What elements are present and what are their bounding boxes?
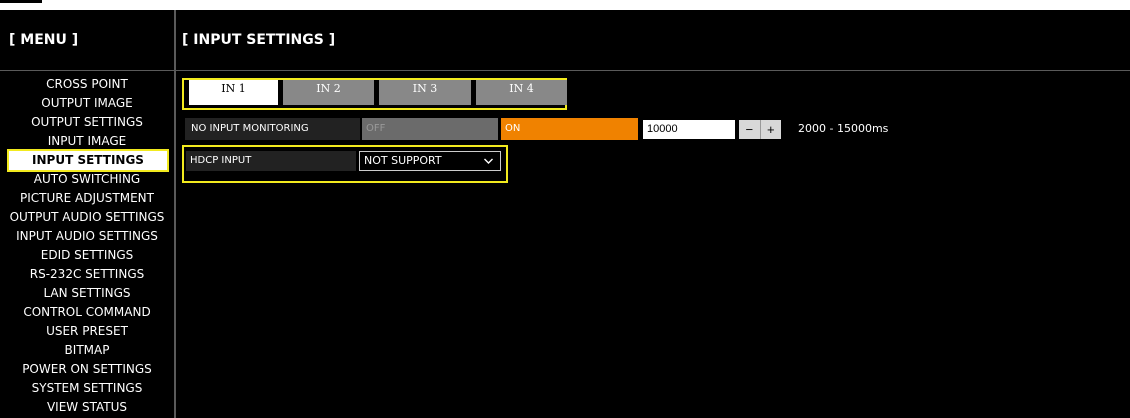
hdcp-input-label: HDCP INPUT <box>186 151 356 171</box>
hdcp-input-select[interactable]: NOT SUPPORT <box>359 151 501 171</box>
sidebar-item-output-audio-settings[interactable]: OUTPUT AUDIO SETTINGS <box>0 208 174 227</box>
tab-in-3[interactable]: IN 3 <box>379 80 471 105</box>
sidebar-item-rs-232c-settings[interactable]: RS-232C SETTINGS <box>0 265 174 284</box>
sidebar-item-output-image[interactable]: OUTPUT IMAGE <box>0 94 174 113</box>
sidebar-item-bitmap[interactable]: BITMAP <box>0 341 174 360</box>
sidebar-item-power-on-settings[interactable]: POWER ON SETTINGS <box>0 360 174 379</box>
tab-in-4[interactable]: IN 4 <box>476 80 567 105</box>
sidebar-item-user-preset[interactable]: USER PRESET <box>0 322 174 341</box>
menu-title: [ MENU ] <box>0 10 174 71</box>
monitoring-time-stepper: − + <box>739 120 781 139</box>
chevron-down-icon <box>483 152 494 176</box>
tab-in-1[interactable]: IN 1 <box>189 80 278 105</box>
sidebar-item-system-settings[interactable]: SYSTEM SETTINGS <box>0 379 174 398</box>
increment-button[interactable]: + <box>761 120 782 139</box>
monitoring-range-text: 2000 - 15000ms <box>798 122 889 135</box>
page-title: [ INPUT SETTINGS ] <box>182 32 336 48</box>
hdcp-input-row: HDCP INPUT NOT SUPPORT <box>182 145 508 183</box>
no-input-monitoring-label: NO INPUT MONITORING <box>185 118 360 140</box>
app-frame: [ MENU ] CROSS POINT OUTPUT IMAGE OUTPUT S… <box>0 10 1130 418</box>
no-input-monitoring-row: NO INPUT MONITORING OFF ON 10000 − + 200… <box>185 118 1130 140</box>
sidebar-item-input-image[interactable]: INPUT IMAGE <box>0 132 174 151</box>
sidebar-item-edid-settings[interactable]: EDID SETTINGS <box>0 246 174 265</box>
sidebar-item-control-command[interactable]: CONTROL COMMAND <box>0 303 174 322</box>
tab-in-2[interactable]: IN 2 <box>283 80 374 105</box>
top-decoration-line <box>0 0 42 3</box>
sidebar-item-input-audio-settings[interactable]: INPUT AUDIO SETTINGS <box>0 227 174 246</box>
sidebar-item-output-settings[interactable]: OUTPUT SETTINGS <box>0 113 174 132</box>
input-tabs: IN 1 IN 2 IN 3 IN 4 <box>182 78 567 110</box>
hdcp-select-value: NOT SUPPORT <box>364 154 442 167</box>
sidebar-item-cross-point[interactable]: CROSS POINT <box>0 75 174 94</box>
monitoring-on-button[interactable]: ON <box>501 118 638 140</box>
sidebar-item-view-status[interactable]: VIEW STATUS <box>0 398 174 417</box>
header-divider <box>176 70 1130 71</box>
sidebar-menu: [ MENU ] CROSS POINT OUTPUT IMAGE OUTPUT S… <box>0 10 176 418</box>
sidebar-item-picture-adjustment[interactable]: PICTURE ADJUSTMENT <box>0 189 174 208</box>
sidebar-item-lan-settings[interactable]: LAN SETTINGS <box>0 284 174 303</box>
monitoring-off-button[interactable]: OFF <box>362 118 498 140</box>
sidebar-item-auto-switching[interactable]: AUTO SWITCHING <box>0 170 174 189</box>
sidebar-item-input-settings[interactable]: INPUT SETTINGS <box>9 151 167 170</box>
decrement-button[interactable]: − <box>739 120 761 139</box>
menu-list: CROSS POINT OUTPUT IMAGE OUTPUT SETTINGS IN… <box>0 71 174 417</box>
monitoring-time-input[interactable]: 10000 <box>643 120 735 139</box>
